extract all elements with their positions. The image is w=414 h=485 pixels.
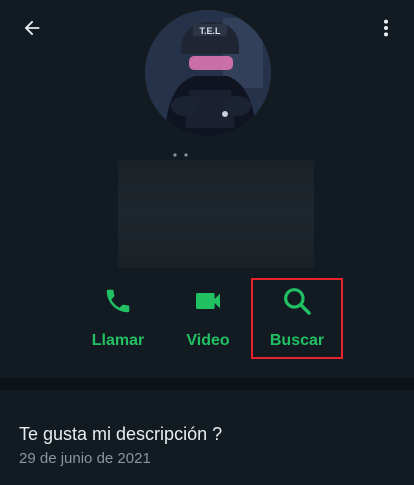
more-options-button[interactable]: [368, 10, 404, 46]
phone-icon: [106, 289, 130, 313]
about-date: 29 de junio de 2021: [19, 450, 151, 467]
avatar-photo: T.E.L: [145, 10, 271, 136]
about-section[interactable]: Te gusta mi descripción ? 29 de junio de…: [0, 392, 414, 485]
action-buttons-row: Llamar Video Buscar: [0, 276, 414, 360]
search-button[interactable]: Buscar: [251, 276, 343, 360]
section-divider: [0, 378, 414, 390]
contact-info-screen: T.E.L Llamar Video Buscar Te gusta mi de…: [0, 0, 414, 485]
video-label: Video: [186, 332, 230, 349]
call-label: Llamar: [91, 332, 145, 349]
call-button[interactable]: Llamar: [76, 276, 160, 360]
redacted-name-area: [118, 160, 314, 268]
more-vertical-icon: [383, 19, 389, 37]
about-text: Te gusta mi descripción ?: [19, 424, 223, 444]
profile-avatar[interactable]: T.E.L: [145, 10, 271, 136]
arrow-left-icon: [24, 20, 40, 36]
video-camera-icon: [196, 293, 220, 309]
helmet-badge-text: T.E.L: [199, 26, 221, 36]
search-label: Buscar: [269, 332, 325, 349]
search-icon: [284, 288, 311, 315]
video-call-button[interactable]: Video: [166, 276, 250, 360]
name-remnant-dots: [173, 153, 188, 157]
back-button[interactable]: [14, 10, 50, 46]
